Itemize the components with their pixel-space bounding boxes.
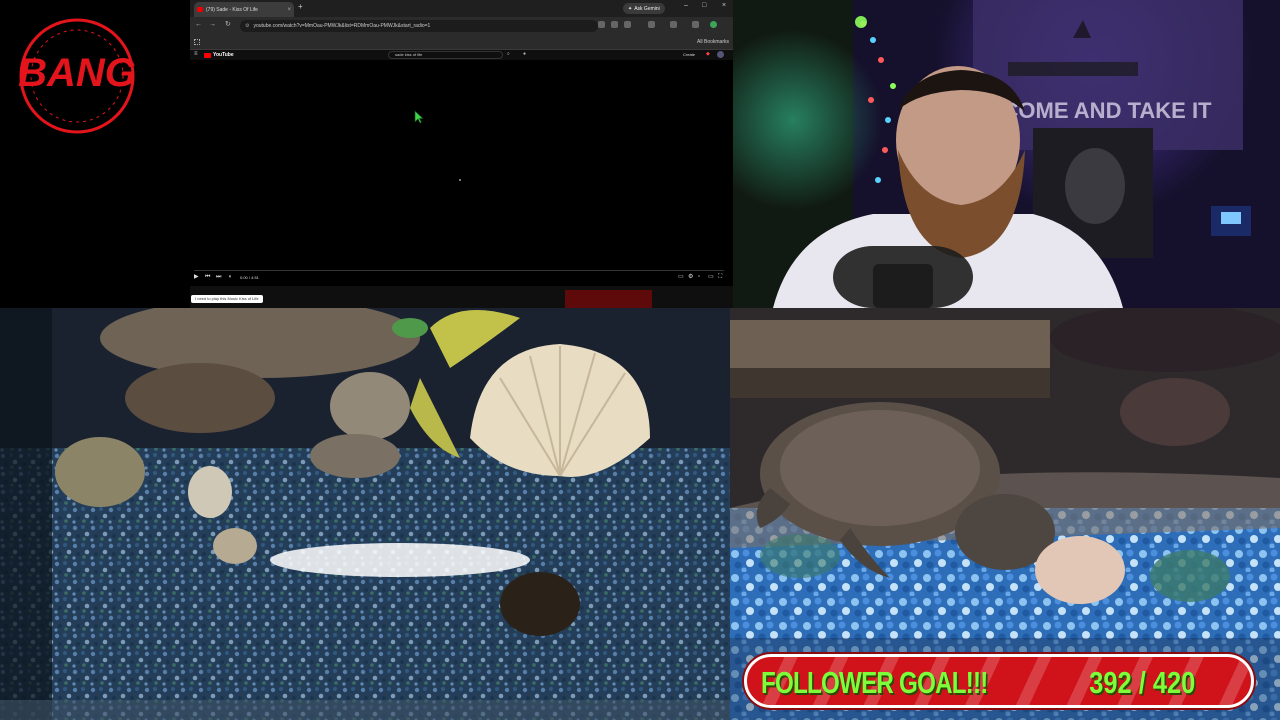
ask-gemini-label: Ask Gemini	[634, 5, 660, 12]
below-player-area: I need to play this Music Kiss of Life	[190, 290, 733, 308]
media-icon[interactable]	[692, 21, 699, 28]
left-aquarium-scene	[0, 308, 730, 720]
skip-next-icon[interactable]: ⏭	[216, 274, 221, 280]
follower-goal-bar: FOLLOWER GOAL!!! 392 / 420	[744, 654, 1254, 708]
hamburger-icon[interactable]: ≡	[194, 51, 198, 57]
miniplayer-icon[interactable]: ▫	[698, 274, 700, 280]
minimize-icon[interactable]: –	[684, 2, 688, 9]
tab-title: (79) Sade - Kiss Of Life	[206, 6, 258, 13]
create-button[interactable]: Create	[683, 52, 695, 57]
reload-icon[interactable]: ↻	[225, 21, 231, 28]
youtube-favicon-icon	[197, 7, 203, 12]
all-bookmarks-button[interactable]: All Bookmarks	[697, 39, 729, 45]
player-controls: ▶ ⏮ ⏭ ◖ 0:00 / 4:51 ▭ ⚙ ▫ ▭ ⛶	[190, 274, 733, 284]
close-tab-icon[interactable]: ×	[287, 7, 291, 13]
mouse-pointer-icon	[414, 110, 424, 124]
profile-avatar[interactable]	[710, 21, 717, 28]
new-tab-icon[interactable]: +	[298, 3, 303, 11]
volume-icon[interactable]: ◖	[228, 274, 232, 280]
tab-bar: (79) Sade - Kiss Of Life × + ✦ Ask Gemin…	[190, 0, 733, 17]
notification-pill[interactable]: I need to play this Music Kiss of Life	[191, 295, 263, 303]
notifications-bell-icon[interactable]: ◆	[706, 51, 710, 57]
video-progress-bar[interactable]	[194, 270, 724, 271]
skip-previous-icon[interactable]: ⏮	[205, 274, 210, 280]
follower-count: 392 / 420	[1088, 665, 1195, 700]
settings-gear-icon[interactable]: ⚙	[688, 274, 693, 280]
arrow-right-icon[interactable]: →	[209, 21, 216, 28]
youtube-header: ≡ YouTube sade kiss of life ⌕ ● Create ◆	[190, 50, 733, 60]
follower-goal-label: FOLLOWER GOAL!!!	[761, 665, 988, 700]
install-icon[interactable]	[598, 21, 605, 28]
poster-text: COME AND TAKE IT	[1003, 98, 1213, 123]
microphone-icon[interactable]: ●	[523, 51, 526, 57]
close-window-icon[interactable]: ×	[722, 2, 726, 9]
player-time: 0:00 / 4:51	[240, 275, 259, 280]
webcam-feed: COME AND TAKE IT	[733, 0, 1280, 308]
bang-logo: BANG	[10, 12, 146, 138]
sidebar-icon[interactable]	[670, 21, 677, 28]
theater-mode-icon[interactable]: ▭	[708, 274, 714, 280]
address-bar-row: ← → ↻ ⚙ youtube.com/watch?v=MmOau-PMWJk&…	[190, 17, 733, 35]
search-icon[interactable]: ⌕	[507, 51, 510, 57]
play-icon[interactable]: ▶	[194, 274, 199, 280]
extensions-icon[interactable]	[648, 21, 655, 28]
url-text: youtube.com/watch?v=MmOau-PMWJk&list=RDM…	[253, 23, 431, 29]
youtube-search-input[interactable]: sade kiss of life	[388, 51, 503, 59]
apps-grid-icon[interactable]	[194, 39, 200, 45]
youtube-play-logo-icon	[204, 52, 211, 58]
webcam-scene: COME AND TAKE IT	[733, 0, 1280, 308]
bookmarks-bar: All Bookmarks	[190, 35, 733, 50]
red-panel	[565, 290, 652, 308]
tab-youtube[interactable]: (79) Sade - Kiss Of Life ×	[194, 2, 294, 17]
browser-window: (79) Sade - Kiss Of Life × + ✦ Ask Gemin…	[190, 0, 733, 308]
maximize-icon[interactable]: □	[702, 2, 706, 9]
zoom-icon[interactable]	[611, 21, 618, 28]
fullscreen-icon[interactable]: ⛶	[718, 274, 722, 280]
star-icon[interactable]	[624, 21, 631, 28]
url-input[interactable]: ⚙ youtube.com/watch?v=MmOau-PMWJk&list=R…	[240, 20, 598, 32]
svg-text:BANG: BANG	[18, 51, 136, 95]
youtube-logo[interactable]: YouTube	[204, 52, 234, 58]
arrow-left-icon[interactable]: ←	[195, 21, 202, 28]
left-aquarium-feed	[0, 308, 730, 720]
sparkle-icon: ✦	[628, 5, 633, 12]
youtube-logo-text: YouTube	[213, 52, 234, 58]
site-info-icon[interactable]: ⚙	[245, 23, 249, 29]
youtube-avatar[interactable]	[717, 51, 724, 58]
loading-dot	[459, 179, 461, 181]
subtitles-icon[interactable]: ▭	[678, 274, 684, 280]
video-player[interactable]: ▶ ⏮ ⏭ ◖ 0:00 / 4:51 ▭ ⚙ ▫ ▭ ⛶	[190, 60, 733, 286]
ask-gemini-button[interactable]: ✦ Ask Gemini	[623, 3, 665, 14]
